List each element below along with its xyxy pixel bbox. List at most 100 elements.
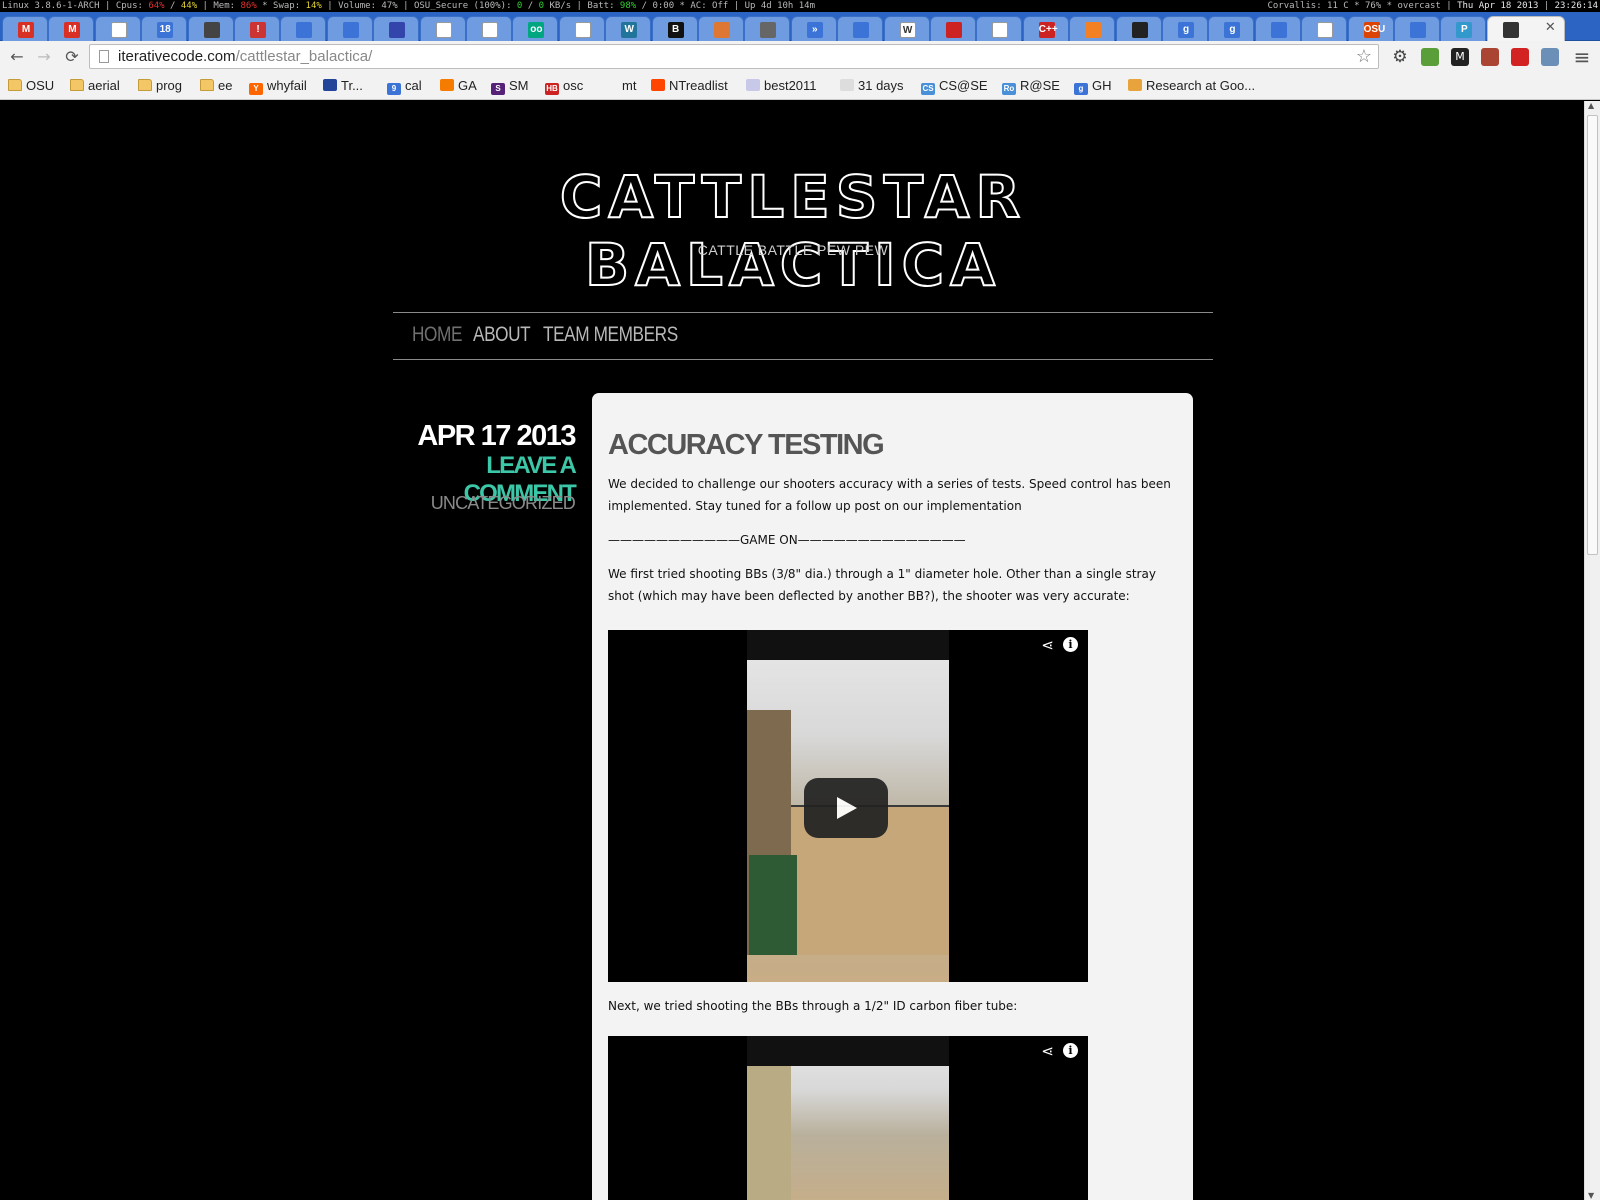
gear-icon[interactable]: ⚙ <box>1391 48 1409 66</box>
browser-tab[interactable] <box>1301 16 1348 41</box>
browser-tab[interactable]: C++ <box>1022 16 1069 41</box>
bookmark-star-icon[interactable]: ☆ <box>1356 45 1372 68</box>
bookmark-osu[interactable]: OSU <box>8 78 54 93</box>
google-icon: g <box>1224 22 1241 38</box>
nav-team-members[interactable]: TEAM MEMBERS <box>543 323 678 347</box>
info-icon[interactable]: i <box>1063 1043 1078 1058</box>
bookmark-whyfail[interactable]: Ywhyfail <box>249 78 307 95</box>
bookmark-label: whyfail <box>267 78 307 93</box>
bookmark-label: cal <box>405 78 422 93</box>
browser-tab[interactable]: OSU <box>1347 16 1394 41</box>
bookmark-research-at-goo[interactable]: Research at Goo... <box>1128 78 1255 93</box>
mem-usage: 86% <box>240 1 257 11</box>
extension-green-icon[interactable] <box>1421 48 1439 66</box>
close-tab-icon[interactable]: ✕ <box>1545 20 1556 35</box>
site-nav-menu: HOME ABOUT TEAM MEMBERS <box>393 312 1213 360</box>
browser-tab[interactable] <box>373 16 420 41</box>
scroll-up-icon[interactable]: ▲ <box>1588 101 1594 110</box>
browser-tab[interactable] <box>1069 16 1116 41</box>
nav-about[interactable]: ABOUT <box>473 323 531 347</box>
browser-tab[interactable] <box>466 16 512 41</box>
info-icon[interactable]: i <box>1063 637 1078 652</box>
bookmark-ntreadlist[interactable]: NTreadlist <box>651 78 728 93</box>
browser-tab[interactable]: » <box>790 16 837 41</box>
post-title[interactable]: ACCURACY TESTING <box>608 429 885 462</box>
site-title[interactable]: CATTLESTAR BALACTICA <box>393 162 1193 300</box>
forward-button[interactable]: → <box>35 48 53 66</box>
browser-tab[interactable]: 18 <box>141 16 188 41</box>
doc-icon <box>110 22 127 38</box>
browser-tab[interactable]: B <box>651 16 698 41</box>
nav-home[interactable]: HOME <box>412 323 462 347</box>
bookmark-label: mt <box>622 78 637 93</box>
m-icon[interactable]: M <box>1451 48 1469 66</box>
calendar-icon: 18 <box>157 22 174 38</box>
bookmark-aerial[interactable]: aerial <box>70 78 120 93</box>
scrollbar-thumb[interactable] <box>1587 115 1598 555</box>
translate-icon <box>1270 22 1287 38</box>
browser-tab[interactable] <box>976 16 1023 41</box>
doc-icon <box>482 22 498 38</box>
browser-tab[interactable] <box>1115 16 1162 41</box>
chrome-menu-button[interactable]: ≡ <box>1573 47 1591 67</box>
page-scrollbar[interactable]: ▲ ▼ <box>1584 101 1600 1200</box>
video-player[interactable]: ⋖ i <box>608 1036 1088 1200</box>
doc-icon <box>435 22 452 38</box>
bookmark-ga[interactable]: GA <box>440 78 477 93</box>
post-category[interactable]: UNCATEGORIZED <box>393 493 576 514</box>
browser-tab[interactable] <box>698 16 744 41</box>
bookmark-31-days[interactable]: 31 days <box>840 78 904 93</box>
bookmark-mt[interactable]: mt <box>604 78 636 93</box>
browser-tab[interactable]: W <box>605 16 652 41</box>
browser-tab[interactable]: ! <box>234 16 280 41</box>
bookmark-gh[interactable]: g GH <box>1074 78 1112 95</box>
browser-tab[interactable] <box>94 16 141 41</box>
share-icon[interactable]: ⋖ <box>1041 636 1054 654</box>
video-player[interactable]: ⋖ i <box>608 630 1088 982</box>
stop-icon[interactable] <box>1511 48 1529 66</box>
book-open-icon[interactable] <box>1481 48 1499 66</box>
bookmark-sm[interactable]: S SM <box>491 78 529 95</box>
browser-tab[interactable] <box>744 16 791 41</box>
bookmark-osc[interactable]: HB osc <box>545 78 583 95</box>
play-button[interactable] <box>804 778 888 838</box>
browser-tab[interactable] <box>1254 16 1301 41</box>
mem-label: Mem: <box>213 1 236 11</box>
bookmark-best2011[interactable]: best2011 <box>746 78 817 93</box>
browser-tab[interactable]: g <box>1162 16 1208 41</box>
browser-tab[interactable] <box>326 16 373 41</box>
browser-tab[interactable]: oo <box>512 16 559 41</box>
browser-tab[interactable]: P <box>1440 16 1487 41</box>
bookmark-cal[interactable]: 9 cal <box>387 78 422 95</box>
browser-tab[interactable]: W <box>883 16 930 41</box>
net-in: 0 <box>516 1 523 11</box>
share-icon[interactable]: ⋖ <box>1041 1042 1054 1060</box>
post-paragraph: We decided to challenge our shooters acc… <box>608 477 1171 513</box>
browser-tab[interactable]: M <box>2 16 48 41</box>
window-icon[interactable] <box>1541 48 1559 66</box>
bookmark-r-se[interactable]: Ro R@SE <box>1002 78 1060 95</box>
browser-tab[interactable] <box>187 16 234 41</box>
address-bar[interactable]: iterativecode.com/cattlestar_balactica/ … <box>89 44 1379 69</box>
browser-tab[interactable]: g <box>1208 16 1255 41</box>
bookmark-ee[interactable]: ee <box>200 78 232 93</box>
bookmark-cs-se[interactable]: CS CS@SE <box>921 78 988 95</box>
browser-tab[interactable] <box>280 16 327 41</box>
reload-button[interactable]: ⟳ <box>63 48 81 66</box>
browser-tab[interactable] <box>930 16 976 41</box>
folder-icon <box>138 79 152 91</box>
scroll-down-icon[interactable]: ▼ <box>1588 1191 1594 1200</box>
bookmark-label: osc <box>563 78 584 93</box>
browser-tab[interactable]: M <box>48 16 95 41</box>
browser-tab[interactable] <box>419 16 466 41</box>
browser-tab[interactable] <box>1394 16 1440 41</box>
browser-tab[interactable] <box>837 16 884 41</box>
browser-tab[interactable] <box>558 16 605 41</box>
forward-icon: » <box>806 22 823 38</box>
bookmark-prog[interactable]: prog <box>138 78 182 93</box>
back-button[interactable]: ← <box>8 48 26 66</box>
cpu-label: Cpus: <box>115 1 143 11</box>
wikipedia-icon: W <box>899 22 916 38</box>
active-browser-tab[interactable]: ✕ <box>1486 16 1565 41</box>
bookmark-tr[interactable]: Tr... <box>323 78 363 93</box>
